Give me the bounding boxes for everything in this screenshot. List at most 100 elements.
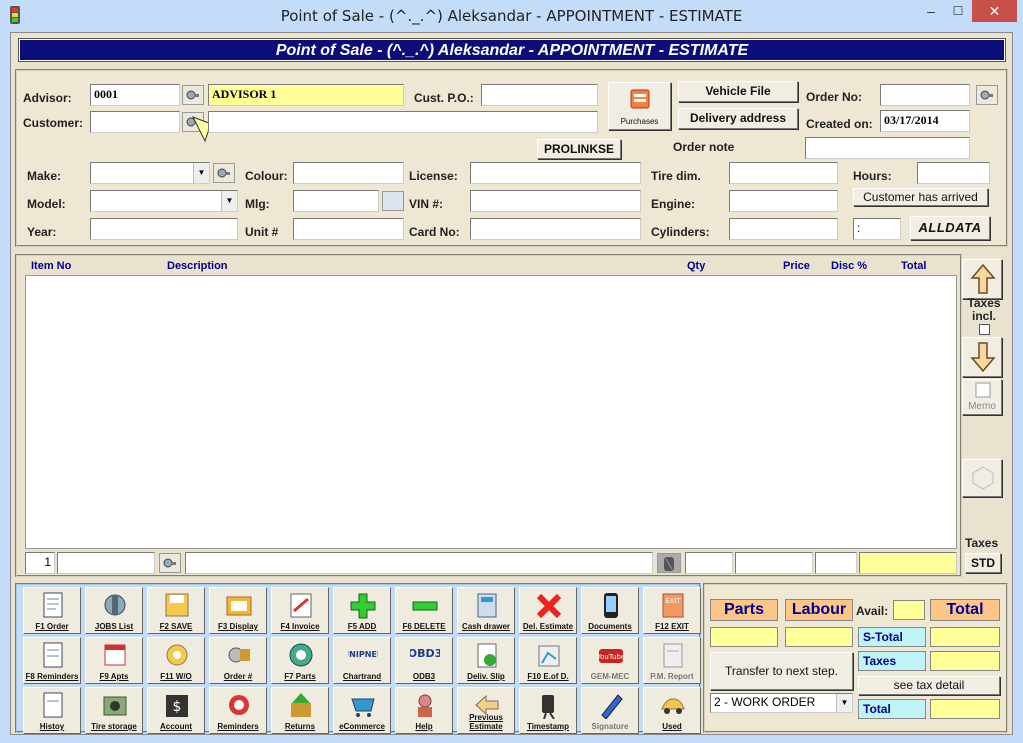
f12-exit-button[interactable]: EXIT F12 EXIT <box>643 587 701 634</box>
f1-order-button[interactable]: F1 Order <box>23 587 81 634</box>
f11-wo-button[interactable]: F11 W/O <box>147 637 205 684</box>
memo-button[interactable]: Memo <box>962 379 1002 415</box>
signature-button[interactable]: Signature <box>581 687 639 734</box>
advisor-name-field[interactable]: ADVISOR 1 <box>208 84 404 106</box>
model-dropdown[interactable]: ▼ <box>90 190 238 212</box>
transfer-next-step-button[interactable]: Transfer to next step. <box>710 652 853 690</box>
mileage-picker-button[interactable] <box>382 191 404 211</box>
tire-dim-field[interactable] <box>729 162 838 184</box>
see-tax-detail-button[interactable]: see tax detail <box>858 676 1000 695</box>
jobs-list-button[interactable]: JOBS List <box>85 587 143 634</box>
engine-field[interactable] <box>729 190 838 212</box>
search-icon <box>217 168 230 178</box>
account-button[interactable]: $ Account <box>147 687 205 734</box>
f3-display-button[interactable]: F3 Display <box>209 587 267 634</box>
scroll-down-button[interactable] <box>962 337 1002 377</box>
timestamp-icon <box>542 695 555 719</box>
f4-invoice-button[interactable]: F4 Invoice <box>271 587 329 634</box>
advisor-search-button[interactable] <box>182 85 204 105</box>
order-no-field[interactable] <box>880 84 970 106</box>
ecommerce-button[interactable]: eCommerce <box>333 687 391 734</box>
f9-apts-icon <box>104 644 126 666</box>
chartrand-button[interactable]: UNIPNEU Chartrand <box>333 637 391 684</box>
license-field[interactable] <box>470 162 641 184</box>
vehicle-file-button[interactable]: Vehicle File <box>678 81 798 102</box>
colour-label: Colour: <box>245 169 288 183</box>
item-search-button[interactable] <box>159 553 181 573</box>
cylinders-extra-field[interactable]: : <box>853 218 901 240</box>
cylinders-field[interactable] <box>729 218 838 240</box>
std-button[interactable]: STD <box>965 553 1001 573</box>
help-button[interactable]: Help <box>395 687 453 734</box>
window-title: Point of Sale - (^._.^) Aleksandar - APP… <box>280 7 743 25</box>
year-field[interactable] <box>90 218 238 240</box>
make-dropdown[interactable]: ▼ <box>90 162 210 184</box>
line-number-field[interactable]: 1 <box>25 552 55 574</box>
taxes-incl-checkbox[interactable] <box>979 324 990 335</box>
history-button[interactable]: Histoy <box>23 687 81 734</box>
del-estimate-button[interactable]: Del. Estimate <box>519 587 577 634</box>
order-number-button[interactable]: Order # <box>209 637 267 684</box>
f9-apts-button[interactable]: F9 Apts <box>85 637 143 684</box>
f2-save-button[interactable]: F2 SAVE <box>147 587 205 634</box>
prolinkse-button[interactable]: PROLINKSE <box>537 139 621 159</box>
disc-input[interactable] <box>815 552 857 574</box>
hexagon-icon <box>972 466 994 490</box>
close-button[interactable]: ✕ <box>972 0 1017 22</box>
minimize-button[interactable]: – <box>918 0 944 22</box>
item-description-input[interactable] <box>185 552 653 574</box>
odb3-button[interactable]: OBD3 ODB3 <box>395 637 453 684</box>
customer-arrived-button[interactable]: Customer has arrived <box>853 188 988 206</box>
svg-text:UNIPNEU: UNIPNEU <box>348 650 378 659</box>
maximize-button[interactable]: ☐ <box>945 0 971 22</box>
customer-code-field[interactable] <box>90 111 180 133</box>
work-order-select[interactable]: 2 - WORK ORDER ▼ <box>710 693 853 713</box>
deliv-slip-button[interactable]: Deliv. Slip <box>457 637 515 684</box>
search-icon <box>980 90 993 100</box>
timestamp-button[interactable]: Timestamp <box>519 687 577 734</box>
qty-input[interactable] <box>685 552 733 574</box>
f5-add-label: F5 ADD <box>347 622 377 631</box>
advisor-code-field[interactable]: 0001 <box>90 84 180 106</box>
f7-parts-button[interactable]: F7 Parts <box>271 637 329 684</box>
f10-eod-button[interactable]: F10 E.of D. <box>519 637 577 684</box>
previous-estimate-button[interactable]: Previous Estimate <box>457 687 515 734</box>
documents-button[interactable]: Documents <box>581 587 639 634</box>
disabled-action-button[interactable] <box>962 459 1002 497</box>
order-note-field[interactable] <box>805 137 970 159</box>
pm-report-button[interactable]: P.M. Report <box>643 637 701 684</box>
returns-button[interactable]: Returns <box>271 687 329 734</box>
f5-add-button[interactable]: F5 ADD <box>333 587 391 634</box>
vin-field[interactable] <box>470 190 641 212</box>
cust-po-field[interactable] <box>481 84 598 106</box>
tire-lookup-button[interactable] <box>657 553 681 573</box>
colour-field[interactable] <box>293 162 404 184</box>
mileage-field[interactable] <box>293 190 379 212</box>
tire-dim-label: Tire dim. <box>651 169 701 183</box>
tire-storage-button[interactable]: Tire storage <box>85 687 143 734</box>
make-search-button[interactable] <box>213 163 235 183</box>
created-on-label: Created on: <box>806 117 873 131</box>
year-label: Year: <box>27 225 57 239</box>
purchases-button[interactable]: Purchases <box>608 82 671 130</box>
order-search-button[interactable] <box>976 85 998 105</box>
customer-name-field[interactable] <box>208 111 598 133</box>
created-on-field[interactable]: 03/17/2014 <box>880 110 970 132</box>
item-code-input[interactable] <box>57 552 155 574</box>
f6-delete-button[interactable]: F6 DELETE <box>395 587 453 634</box>
price-input[interactable] <box>735 552 813 574</box>
used-button[interactable]: Used <box>643 687 701 734</box>
hours-field[interactable] <box>917 162 990 184</box>
unit-field[interactable] <box>293 218 404 240</box>
delivery-address-button[interactable]: Delivery address <box>678 108 798 129</box>
f8-reminders-button[interactable]: F8 Reminders <box>23 637 81 684</box>
gem-mec-button[interactable]: YouTube GEM-MEC <box>581 637 639 684</box>
items-grid[interactable] <box>25 275 957 549</box>
del-estimate-icon <box>536 593 562 619</box>
cash-drawer-button[interactable]: Cash drawer <box>457 587 515 634</box>
gem-mec-icon: YouTube <box>596 649 625 663</box>
alldata-button[interactable]: ALLDATA <box>910 216 990 240</box>
reminders-button[interactable]: Reminders <box>209 687 267 734</box>
card-no-field[interactable] <box>470 218 641 240</box>
scroll-up-button[interactable] <box>962 259 1002 299</box>
